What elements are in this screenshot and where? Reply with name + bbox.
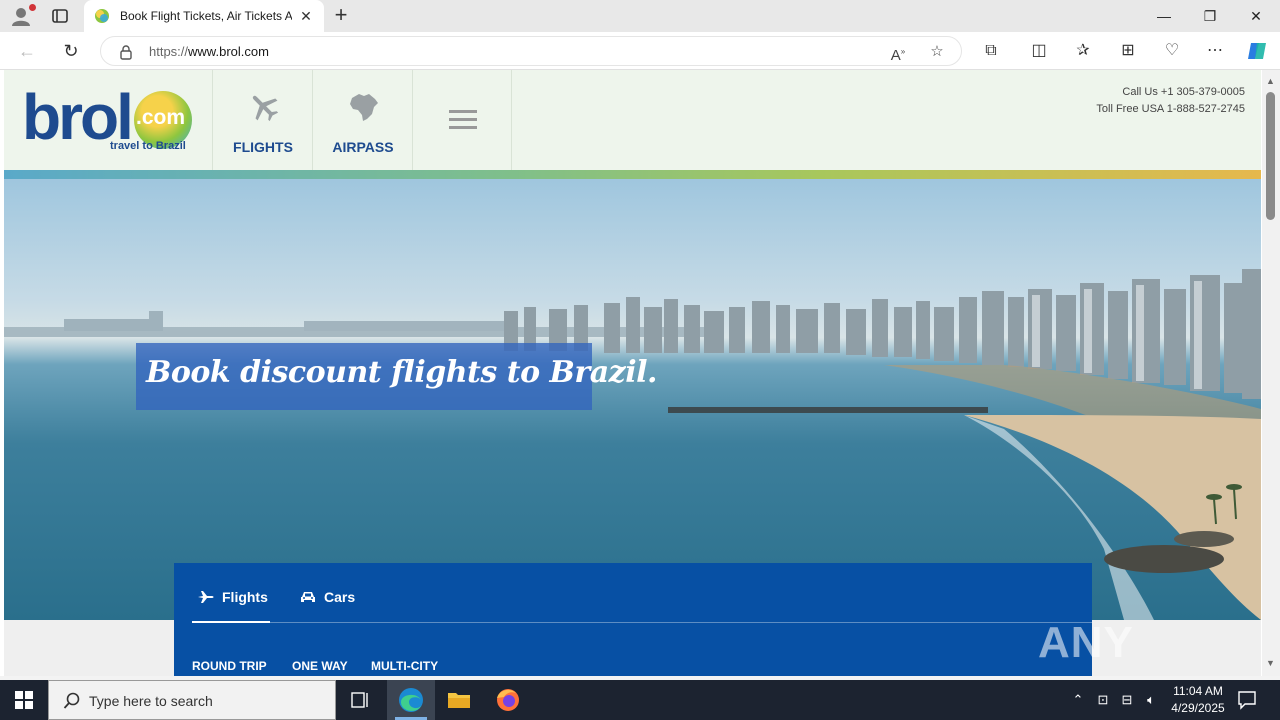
favorites-icon[interactable]: ✰ [1071, 40, 1095, 62]
clock-date: 4/29/2025 [1171, 701, 1225, 715]
search-tabs-divider [192, 622, 1092, 623]
tab-title: Book Flight Tickets, Air Tickets Ai [120, 9, 292, 23]
back-icon[interactable]: ← [14, 39, 40, 63]
notification-center-icon[interactable] [1236, 690, 1258, 710]
device-icon[interactable]: ⊡ [1092, 680, 1114, 720]
toll-free-text: Toll Free USA 1-888-527-2745 [1096, 103, 1245, 115]
hamburger-menu-button[interactable] [412, 70, 512, 170]
firefox-icon[interactable] [484, 680, 532, 720]
browser-tab[interactable]: Book Flight Tickets, Air Tickets Ai ✕ [84, 0, 324, 32]
site-header: brol .com travel to Brazil FLIGHTS AIRPA… [4, 70, 1261, 170]
contact-info: Call Us +1 305-379-0005 Toll Free USA 1-… [1096, 84, 1245, 118]
split-screen-icon[interactable]: ◫ [1027, 40, 1051, 62]
trip-round-trip[interactable]: ROUND TRIP [192, 659, 267, 673]
nav-flights[interactable]: FLIGHTS [212, 70, 312, 170]
copilot-icon[interactable] [1245, 40, 1269, 62]
browser-tab-bar: Book Flight Tickets, Air Tickets Ai ✕ + … [0, 0, 1280, 32]
windows-start-icon[interactable] [0, 680, 48, 720]
scroll-up-arrow-icon[interactable]: ▲ [1266, 76, 1275, 86]
plane-icon [252, 95, 279, 122]
menu-icon [449, 110, 477, 130]
url-text[interactable]: https://www.brol.com [149, 44, 269, 59]
search-panel: Flights Cars ROUND TRIP ONE WAY MULTI-CI… [174, 563, 1092, 676]
browser-essentials-icon[interactable]: ♡ [1160, 40, 1184, 62]
refresh-icon[interactable]: ↻ [58, 39, 84, 63]
address-bar[interactable]: https://www.brol.com A» ☆ [100, 36, 962, 66]
favorite-star-icon[interactable]: ☆ [927, 42, 947, 62]
minimize-button[interactable]: — [1141, 0, 1187, 32]
hero-image: Book discount flights to Brazil. [4, 179, 1261, 620]
notification-dot [29, 4, 36, 11]
task-view-icon[interactable] [336, 680, 384, 720]
hero-headline: Book discount flights to Brazil. [146, 355, 657, 390]
hero-headline-box: Book discount flights to Brazil. [136, 343, 657, 410]
logo-dot-com: .com [136, 106, 186, 129]
read-aloud-icon[interactable]: A» [888, 42, 908, 64]
brol-logo[interactable]: brol .com travel to Brazil [22, 82, 197, 156]
anyrun-watermark: ANY RUN [1038, 618, 1135, 676]
tab-cars-label: Cars [324, 589, 356, 605]
nav-airpass-label: AIRPASS [332, 139, 394, 155]
new-tab-button[interactable]: + [330, 4, 352, 27]
file-explorer-icon[interactable] [435, 680, 483, 720]
edge-taskbar-button[interactable] [387, 680, 435, 720]
tab-actions-icon[interactable] [50, 6, 70, 26]
taskbar-search-box[interactable]: Type here to search [48, 680, 336, 720]
scroll-down-arrow-icon[interactable]: ▼ [1266, 658, 1275, 668]
page-scrollbar[interactable]: ▲ ▼ [1262, 70, 1280, 676]
collections-icon[interactable]: ⊞ [1116, 40, 1140, 62]
call-us-text: Call Us +1 305-379-0005 [1122, 86, 1245, 98]
extensions-icon[interactable]: ⧉ [979, 40, 1003, 62]
tab-flights[interactable]: Flights [192, 589, 270, 623]
network-icon[interactable]: ⊟ [1116, 680, 1138, 720]
tab-flights-label: Flights [222, 589, 268, 605]
show-hidden-icons-icon[interactable]: ⌃ [1068, 680, 1088, 720]
settings-more-icon[interactable]: ⋯ [1203, 40, 1227, 62]
search-icon [63, 692, 80, 709]
logo-tagline: travel to Brazil [110, 140, 186, 152]
edge-icon [399, 688, 423, 712]
trip-one-way[interactable]: ONE WAY [292, 659, 348, 673]
plane-icon [198, 591, 214, 603]
car-icon [301, 592, 315, 602]
trip-multi-city[interactable]: MULTI-CITY [371, 659, 438, 673]
tab-cars[interactable]: Cars [300, 589, 360, 623]
brazil-map-icon [350, 94, 378, 121]
close-window-button[interactable]: ✕ [1233, 0, 1279, 32]
volume-icon[interactable]: 🔈︎ [1140, 680, 1162, 720]
color-stripe [4, 170, 1261, 179]
scroll-thumb[interactable] [1266, 92, 1275, 220]
brol-favicon-icon [95, 9, 109, 23]
lock-icon[interactable] [119, 44, 133, 60]
windows-taskbar: Type here to search ⌃ ⊡ ⊟ 🔈︎ 11:04 AM 4/… [0, 680, 1280, 720]
close-tab-icon[interactable]: ✕ [298, 8, 314, 24]
restore-button[interactable]: ❐ [1187, 0, 1233, 32]
clock-time: 11:04 AM [1173, 684, 1223, 698]
taskbar-clock[interactable]: 11:04 AM 4/29/2025 [1160, 683, 1236, 717]
nav-flights-label: FLIGHTS [233, 139, 293, 155]
nav-airpass[interactable]: AIRPASS [312, 70, 412, 170]
taskbar-search-placeholder: Type here to search [89, 693, 213, 709]
page-viewport: brol .com travel to Brazil FLIGHTS AIRPA… [0, 70, 1262, 676]
